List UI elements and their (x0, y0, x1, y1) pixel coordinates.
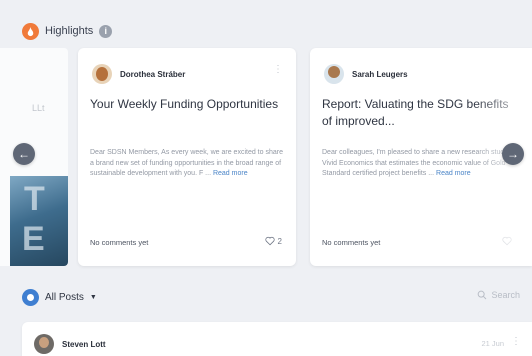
info-icon[interactable]: i (99, 24, 113, 38)
author-name[interactable]: Sarah Leugers (352, 70, 408, 79)
more-options-icon[interactable]: ⋮ (511, 336, 521, 347)
ghost-card-text: LLt (32, 103, 45, 113)
comments-count[interactable]: No comments yet (90, 238, 148, 247)
like-button[interactable] (502, 236, 512, 246)
comments-count[interactable]: No comments yet (322, 238, 380, 247)
read-more-link[interactable]: Read more (436, 170, 471, 177)
heart-icon (502, 236, 512, 246)
read-more-link[interactable]: Read more (213, 170, 248, 177)
avatar[interactable] (324, 64, 344, 84)
card-author[interactable]: Sarah Leugers (324, 64, 408, 84)
ghost-image-glyph: E (22, 220, 45, 258)
avatar[interactable] (34, 334, 54, 354)
search-icon (478, 290, 487, 300)
post-timestamp: 21 Jun (481, 339, 504, 348)
posts-filter[interactable]: All Posts ▼ (22, 289, 97, 306)
carousel-prev-button[interactable]: ← (13, 143, 35, 165)
like-count: 2 (277, 236, 282, 246)
author-name[interactable]: Dorothea Stráber (120, 70, 185, 79)
excerpt-text: Dear colleagues, I'm pleased to share a … (322, 149, 518, 177)
heart-icon (264, 236, 275, 246)
carousel-next-button[interactable]: → (502, 143, 524, 165)
post-excerpt: Dear SDSN Members, As every week, we are… (90, 148, 286, 180)
card-author[interactable]: Steven Lott (34, 334, 106, 354)
highlight-card[interactable]: Sarah Leugers Report: Valuating the SDG … (310, 48, 532, 266)
search-label[interactable]: Search (491, 290, 520, 300)
highlights-title: Highlights (45, 25, 94, 37)
highlight-card[interactable]: Dorothea Stráber ⋮ Your Weekly Funding O… (78, 48, 296, 266)
highlights-header: Highlights i (22, 22, 113, 40)
excerpt-text: Dear SDSN Members, As every week, we are… (90, 149, 283, 177)
highlights-icon (22, 22, 39, 40)
avatar[interactable] (92, 64, 112, 84)
arrow-left-icon: ← (18, 147, 30, 161)
posts-icon (22, 289, 39, 306)
post-title[interactable]: Your Weekly Funding Opportunities (90, 96, 286, 113)
arrow-right-icon: → (507, 147, 519, 161)
like-button[interactable]: 2 (264, 236, 282, 246)
post-title[interactable]: Report: Valuating the SDG benefits of im… (322, 96, 518, 130)
more-options-icon[interactable]: ⋮ (273, 64, 283, 75)
chevron-down-icon[interactable]: ▼ (90, 294, 97, 301)
ghost-card-image: T E (10, 176, 68, 266)
ghost-image-glyph: T (24, 180, 45, 218)
card-author[interactable]: Dorothea Stráber (92, 64, 185, 84)
author-name[interactable]: Steven Lott (62, 340, 106, 349)
post-excerpt: Dear colleagues, I'm pleased to share a … (322, 148, 518, 180)
search-button[interactable]: Search (477, 290, 520, 300)
all-posts-dropdown[interactable]: All Posts (45, 292, 84, 303)
list-item[interactable]: Steven Lott 21 Jun ⋮ (22, 322, 532, 356)
